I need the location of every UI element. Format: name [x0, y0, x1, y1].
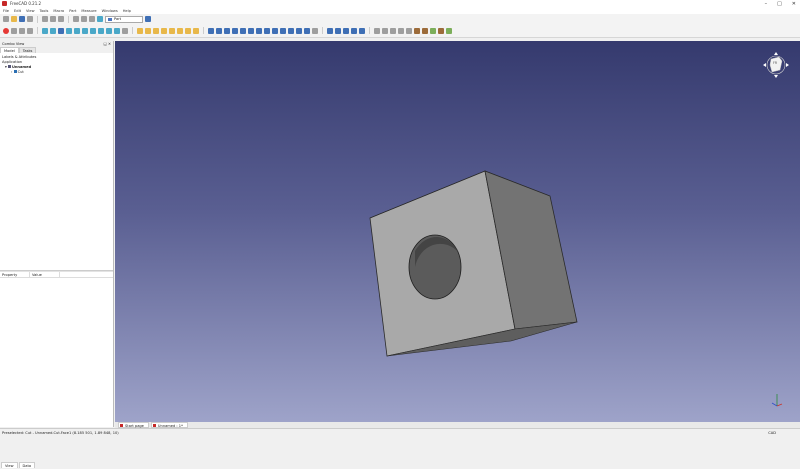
execute-macro-icon[interactable]: [19, 27, 25, 34]
measure-toggle-icon[interactable]: [406, 27, 412, 34]
left-view-icon[interactable]: [114, 27, 120, 34]
ruled-surface-icon[interactable]: [256, 27, 262, 34]
toggle-delta-icon[interactable]: [422, 27, 428, 34]
top-view-icon[interactable]: [82, 27, 88, 34]
document-icon: [7, 65, 11, 68]
common-icon[interactable]: [359, 27, 365, 34]
loft-icon[interactable]: [264, 27, 270, 34]
front-view-icon[interactable]: [74, 27, 80, 34]
combo-view-title: Combo View ◱ ✕: [0, 41, 113, 47]
bottom-view-icon[interactable]: [106, 27, 112, 34]
make-face-icon[interactable]: [248, 27, 254, 34]
status-bar: Preselected: Cut - Unnamed.Cut.Face1 (8.…: [0, 428, 800, 437]
redo-icon[interactable]: [81, 16, 87, 22]
property-tabs: View Data: [0, 462, 113, 468]
window-title: FreeCAD 0.21.2: [10, 1, 42, 6]
minimize-icon[interactable]: –: [765, 0, 768, 8]
revolve-icon[interactable]: [216, 27, 222, 34]
model-tree: Labels & Attributes Application ▾ Unname…: [0, 53, 113, 270]
right-view-icon[interactable]: [90, 27, 96, 34]
title-bar: FreeCAD 0.21.2 – □ ✕: [0, 0, 800, 8]
navigation-cube[interactable]: FR: [762, 51, 790, 79]
combo-view-title-text: Combo View: [2, 42, 25, 46]
measure-clear-icon[interactable]: [398, 27, 404, 34]
workbench-selector[interactable]: Part: [105, 15, 143, 23]
open-file-icon[interactable]: [11, 16, 17, 22]
fit-selection-icon[interactable]: [50, 27, 56, 34]
maximize-icon[interactable]: □: [777, 0, 782, 8]
debug-macro-icon[interactable]: [27, 27, 33, 34]
measure-all-icon[interactable]: [430, 27, 436, 34]
close-icon[interactable]: ✕: [792, 0, 796, 8]
macro-icon[interactable]: [145, 16, 151, 22]
projection-icon[interactable]: [312, 27, 318, 34]
3d-viewport[interactable]: FR: [115, 41, 800, 422]
part-cube-icon[interactable]: [137, 27, 143, 34]
cut-object-node[interactable]: › Cut: [2, 70, 111, 75]
3d-scene: [369, 170, 578, 357]
fuse-icon[interactable]: [351, 27, 357, 34]
extrude-icon[interactable]: [208, 27, 214, 34]
macros-icon[interactable]: [11, 27, 17, 34]
copy-icon[interactable]: [50, 16, 56, 22]
view-toolbar: [0, 24, 800, 38]
measure-linear-icon[interactable]: [374, 27, 380, 34]
paste-icon[interactable]: [58, 16, 64, 22]
freecad-app-icon: [2, 1, 7, 6]
sweep-icon[interactable]: [272, 27, 278, 34]
record-macro-icon[interactable]: [3, 27, 9, 34]
offset-icon[interactable]: [296, 27, 302, 34]
cross-sections-icon[interactable]: [288, 27, 294, 34]
undo-icon[interactable]: [73, 16, 79, 22]
chamfer-icon[interactable]: [240, 27, 246, 34]
thickness-icon[interactable]: [304, 27, 310, 34]
cut-label: Cut: [17, 70, 24, 74]
file-toolbar: Part: [0, 14, 800, 24]
print-icon[interactable]: [27, 16, 33, 22]
measure-angular-icon[interactable]: [382, 27, 388, 34]
combo-view-panel: Combo View ◱ ✕ Model Tasks Labels & Attr…: [0, 41, 114, 468]
measure-distance-icon[interactable]: [122, 27, 128, 34]
rear-view-icon[interactable]: [98, 27, 104, 34]
check-geometry-icon[interactable]: [438, 27, 444, 34]
measure-refresh-icon[interactable]: [390, 27, 396, 34]
isometric-view-icon[interactable]: [66, 27, 72, 34]
refresh-icon[interactable]: [89, 16, 95, 22]
part-sphere-icon[interactable]: [153, 27, 159, 34]
tab-view[interactable]: View: [1, 462, 18, 468]
compound-tools-icon[interactable]: [327, 27, 333, 34]
fit-all-icon[interactable]: [42, 27, 48, 34]
new-file-icon[interactable]: [3, 16, 9, 22]
part-tube-icon[interactable]: [177, 27, 183, 34]
attachment-icon[interactable]: [446, 27, 452, 34]
whats-this-icon[interactable]: [97, 16, 103, 22]
part-cone-icon[interactable]: [161, 27, 167, 34]
dock-controls-icon[interactable]: ◱ ✕: [103, 41, 111, 47]
part-primitives-icon[interactable]: [185, 27, 191, 34]
part-torus-icon[interactable]: [169, 27, 175, 34]
cut-icon[interactable]: [42, 16, 48, 22]
axis-cross-icon: [771, 394, 783, 407]
status-message: Preselected: Cut - Unnamed.Cut.Face1 (8.…: [2, 431, 119, 435]
save-icon[interactable]: [19, 16, 25, 22]
navigation-style-selector[interactable]: CAD: [768, 429, 776, 437]
tab-data[interactable]: Data: [18, 462, 36, 468]
section-icon[interactable]: [280, 27, 286, 34]
fillet-icon[interactable]: [232, 27, 238, 34]
toggle-3d-icon[interactable]: [414, 27, 420, 34]
cut-icon: [13, 70, 17, 73]
part-shapebuilder-icon[interactable]: [193, 27, 199, 34]
document-label: Unnamed: [11, 65, 32, 69]
mirror-icon[interactable]: [224, 27, 230, 34]
part-cylinder-icon[interactable]: [145, 27, 151, 34]
boolean-icon[interactable]: [335, 27, 341, 34]
cut-boolean-icon[interactable]: [343, 27, 349, 34]
value-column-header[interactable]: Value: [30, 272, 60, 277]
draw-style-icon[interactable]: [58, 27, 64, 34]
property-column-header[interactable]: Property: [0, 272, 30, 277]
